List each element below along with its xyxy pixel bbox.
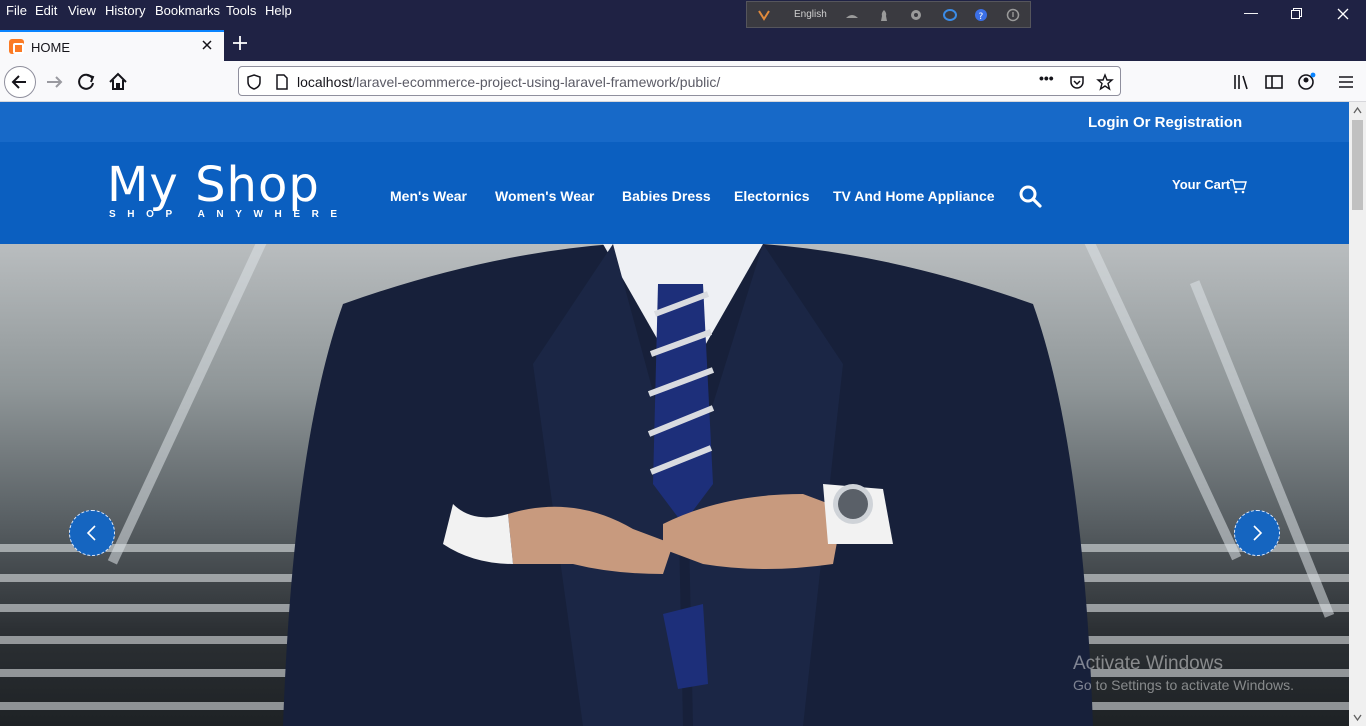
sidebar-icon[interactable] — [1264, 72, 1284, 92]
svg-text:?: ? — [979, 12, 984, 22]
search-icon[interactable] — [1018, 184, 1042, 208]
site-favicon-icon — [9, 39, 24, 54]
hamburger-menu-icon[interactable] — [1336, 72, 1356, 92]
nav-babies-dress[interactable]: Babies Dress — [622, 188, 711, 204]
pocket-icon[interactable] — [1068, 73, 1086, 91]
handrail — [1080, 244, 1242, 561]
tab-title: HOME — [31, 40, 70, 55]
help-icon[interactable]: ? — [974, 8, 988, 22]
language-select[interactable]: English — [794, 9, 827, 20]
back-button[interactable] — [4, 66, 36, 98]
nav-womens-wear[interactable]: Women's Wear — [495, 188, 594, 204]
info-icon[interactable] — [1006, 8, 1020, 22]
chevron-left-icon — [86, 525, 96, 541]
chess-icon[interactable] — [877, 8, 891, 22]
cart-link[interactable]: Your Cart — [1172, 177, 1247, 194]
cart-label: Your Cart — [1172, 177, 1231, 192]
logo-tagline: SHOP ANYWHERE — [109, 209, 349, 220]
page-scrollbar[interactable] — [1349, 102, 1366, 726]
handrail — [107, 244, 270, 565]
nav-mens-wear[interactable]: Men's Wear — [390, 188, 467, 204]
menu-file[interactable]: File — [6, 3, 27, 18]
close-tab-icon[interactable] — [199, 37, 215, 53]
close-window-button[interactable] — [1337, 8, 1349, 20]
nav-tv-home-appliance[interactable]: TV And Home Appliance — [833, 188, 995, 204]
activation-watermark-subtitle: Go to Settings to activate Windows. — [1073, 677, 1294, 693]
scrollbar-thumb[interactable] — [1352, 120, 1363, 210]
logo-main-text: My Shop — [107, 157, 320, 213]
menu-help[interactable]: Help — [265, 3, 292, 18]
shield-icon[interactable] — [245, 73, 263, 91]
minimize-button[interactable]: — — [1244, 5, 1258, 19]
carousel-prev-button[interactable] — [69, 510, 115, 556]
restore-button[interactable] — [1291, 8, 1302, 19]
menu-bar: File Edit View History Bookmarks Tools H… — [0, 0, 1366, 28]
url-path: /laravel-ecommerce-project-using-laravel… — [352, 74, 721, 90]
reload-button[interactable] — [73, 69, 99, 95]
wave-icon[interactable] — [845, 8, 859, 22]
handrail — [1190, 280, 1335, 618]
logo-icon[interactable] — [757, 8, 771, 22]
library-icon[interactable] — [1232, 72, 1252, 92]
forward-button[interactable] — [41, 69, 67, 95]
new-tab-button[interactable] — [231, 34, 249, 52]
ie-icon[interactable] — [943, 8, 957, 22]
page-actions-icon[interactable]: ••• — [1039, 70, 1054, 88]
activation-watermark-title: Activate Windows — [1073, 653, 1223, 674]
tab-home[interactable]: HOME — [0, 30, 224, 61]
menu-edit[interactable]: Edit — [35, 3, 57, 18]
menu-tools[interactable]: Tools — [226, 3, 256, 18]
businessman-image — [283, 244, 1093, 726]
nav-toolbar: localhost/laravel-ecommerce-project-usin… — [0, 61, 1366, 102]
tab-strip: HOME — [0, 28, 1366, 61]
account-icon[interactable] — [1296, 72, 1316, 92]
site-header: My Shop SHOP ANYWHERE Men's Wear Women's… — [0, 142, 1349, 244]
menu-view[interactable]: View — [68, 3, 96, 18]
gear-icon[interactable] — [909, 8, 923, 22]
url-text[interactable]: localhost/laravel-ecommerce-project-usin… — [297, 74, 720, 90]
site-topbar: Login Or Registration — [0, 102, 1349, 142]
url-host: localhost — [297, 74, 353, 90]
scroll-down-icon[interactable] — [1353, 713, 1362, 722]
chevron-right-icon — [1253, 525, 1263, 541]
scroll-up-icon[interactable] — [1353, 106, 1362, 115]
carousel-next-button[interactable] — [1234, 510, 1280, 556]
arrow-left-icon — [11, 75, 26, 89]
url-bar[interactable]: localhost/laravel-ecommerce-project-usin… — [238, 66, 1121, 96]
page-icon[interactable] — [273, 73, 291, 91]
menu-bookmarks[interactable]: Bookmarks — [155, 3, 220, 18]
home-button[interactable] — [105, 69, 131, 95]
extension-toolbar: English ? — [746, 1, 1031, 28]
cart-icon — [1230, 179, 1247, 194]
nav-electronics[interactable]: Electornics — [734, 188, 809, 204]
login-registration-link[interactable]: Login Or Registration — [1088, 114, 1242, 131]
menu-history[interactable]: History — [105, 3, 145, 18]
hero-carousel: Activate Windows Go to Settings to activ… — [0, 244, 1349, 726]
page-viewport: Login Or Registration My Shop SHOP ANYWH… — [0, 102, 1366, 726]
bookmark-star-icon[interactable] — [1096, 73, 1114, 91]
site-logo[interactable]: My Shop SHOP ANYWHERE — [107, 157, 337, 220]
